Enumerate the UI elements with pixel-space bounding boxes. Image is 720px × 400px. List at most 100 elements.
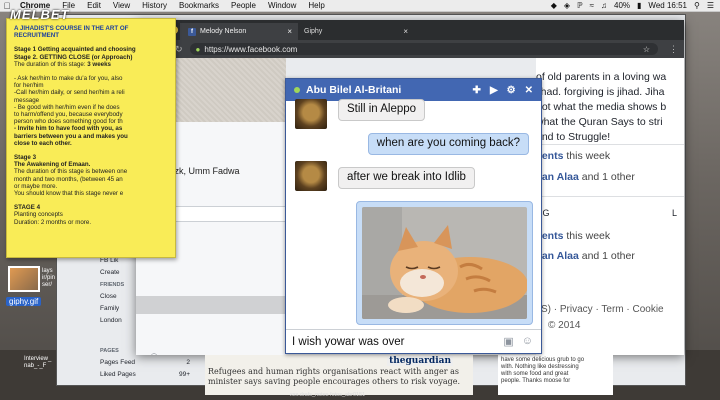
wifi-icon[interactable]: ≈ (590, 1, 594, 10)
message-incoming: after we break into Idlib (338, 167, 475, 189)
sticky-line-text: - Be good with her/him even if he does (14, 103, 120, 111)
watermark-logo: MELBET (10, 7, 70, 22)
chrome-menu-icon[interactable]: ⋮ (669, 44, 678, 55)
menu-view[interactable]: View (107, 1, 136, 10)
chat-contact-name[interactable]: Abu Bilel Al-Britani (306, 84, 401, 96)
sticky-line: for her/him (14, 82, 168, 89)
chat-message-input[interactable]: I wish yowar was over ▣ ☺ (286, 329, 541, 353)
sticky-line: - Ask her/him to make du'a for you, also (14, 75, 168, 82)
volume-icon[interactable]: ♫ (601, 1, 607, 10)
fb-quote-text: of old parents in a loving wa jihad. for… (536, 70, 684, 145)
side-post-line: with some food and great (501, 371, 569, 377)
bookmark-star-icon[interactable]: ☆ (643, 45, 650, 54)
desktop-file-label[interactable]: lays ir/pin ser/ (42, 268, 55, 289)
sticky-line-text: The duration of this stage is between on… (14, 168, 128, 176)
chat-input-text[interactable]: I wish yowar was over (292, 336, 404, 348)
sticky-line-text: person who does something good for th (14, 118, 123, 126)
nav-item[interactable]: London (100, 315, 136, 327)
sticky-line: - Invite him to have food with you, as (14, 125, 123, 133)
message-photo[interactable] (356, 201, 533, 325)
sticky-line: message (14, 97, 168, 104)
tab-giphy[interactable]: Giphy × (296, 23, 414, 40)
chat-header[interactable]: Abu Bilel Al-Britani ✚ ▶ ⚙ ✕ (286, 79, 541, 101)
sticky-line: STAGE 4 (14, 204, 41, 212)
sticky-line-text: -Call her/him daily, or send her/him a r… (14, 89, 125, 97)
news-brand: theguardian (387, 356, 453, 366)
sticky-line (14, 147, 168, 154)
menu-history[interactable]: History (136, 1, 173, 10)
sticky-line-text: month and two months, (between 45 an (14, 175, 123, 183)
tab-close-icon[interactable]: × (403, 27, 408, 36)
events-row[interactable]: vents this week (536, 150, 610, 162)
messenger-chat-window: Abu Bilel Al-Britani ✚ ▶ ⚙ ✕ Still in Al… (285, 78, 542, 354)
side-post-line: have some delicious grub to go (501, 357, 585, 363)
lock-icon: ● (195, 44, 201, 54)
nav-section-pages: PAGES (100, 348, 119, 354)
dropbox-icon[interactable]: ◈ (564, 1, 570, 10)
spotlight-icon[interactable]: ⚲ (694, 1, 700, 10)
menu-bookmarks[interactable]: Bookmarks (173, 1, 225, 10)
nav-item-liked-pages[interactable]: Liked Pages 99+ (100, 369, 190, 381)
label-line: ir/pin (42, 275, 56, 281)
menu-edit[interactable]: Edit (81, 1, 107, 10)
emoji-icon[interactable]: ☺ (522, 335, 533, 348)
fb-right-column: of old parents in a loving wa jihad. for… (536, 58, 684, 355)
reload-icon[interactable]: ↻ (175, 44, 183, 55)
sticky-line: -Call her/him daily, or send her/him a r… (14, 89, 168, 96)
notification-center-icon[interactable]: ☰ (707, 1, 714, 10)
address-bar[interactable]: ● https://www.facebook.com ☆ (189, 43, 658, 55)
sticky-line-text: to harm/offend you, because everybody (14, 111, 123, 119)
clock[interactable]: Wed 16:51 (648, 1, 687, 10)
sticky-note[interactable]: A JIHADIST'S COURSE IN THE ART OF RECRUI… (6, 18, 176, 258)
friend-link[interactable]: yan Alaa (536, 171, 579, 183)
url-text: https://www.facebook.com (204, 44, 298, 54)
nav-item[interactable]: Close (100, 291, 136, 303)
desktop-files-label[interactable]: xxx.drafs_notes fotos_abr0151 (290, 392, 365, 398)
notification-icon[interactable]: ◆ (551, 1, 557, 10)
add-friend-icon[interactable]: ✚ (473, 85, 481, 96)
battery-percent[interactable]: 40% (614, 1, 630, 10)
events-row[interactable]: vents this week (536, 230, 610, 242)
giphy-file-icon[interactable] (8, 266, 40, 292)
sticky-line: month and two months, (between 45 an (14, 176, 168, 183)
nav-item[interactable]: Family (100, 303, 136, 315)
birthday-row[interactable]: yan Alaa and 1 other (536, 171, 635, 183)
contact-avatar (295, 99, 327, 129)
menu-window[interactable]: Window (262, 1, 302, 10)
friend-link[interactable]: yan Alaa (536, 250, 579, 262)
giphy-file-label[interactable]: giphy.gif (6, 297, 42, 306)
section-right-link[interactable]: L (672, 208, 677, 218)
close-icon[interactable]: ✕ (525, 85, 533, 96)
friend-rest: and 1 other (578, 250, 635, 262)
battery-icon[interactable]: ▮ (637, 1, 641, 10)
sticky-line: - Be good with her/him even if he does (14, 104, 168, 111)
sticky-line (14, 197, 168, 204)
footer-links[interactable]: JS) · Privacy · Term · Cookie (536, 304, 664, 315)
tab-facebook[interactable]: f Melody Nelson × (180, 23, 298, 40)
camera-icon[interactable]: ▣ (503, 335, 513, 348)
sticky-line-text: or maybe more. (14, 182, 58, 190)
nav-item[interactable]: Create (100, 267, 136, 279)
menu-people[interactable]: People (225, 1, 262, 10)
sticky-line-text: Duration: 2 months or more. (14, 218, 92, 226)
sticky-title: A JIHADIST'S COURSE IN THE ART OF (14, 25, 129, 32)
sticky-line-text: for her/him (14, 82, 44, 90)
events-rest: this week (563, 230, 611, 242)
desktop-file-label[interactable]: Interview_ nab_-_F (24, 356, 51, 370)
news-article-snippet[interactable]: theguardian Refugees and human rights or… (205, 355, 473, 395)
menu-help[interactable]: Help (302, 1, 330, 10)
birthday-row[interactable]: yan Alaa and 1 other (536, 250, 635, 262)
sticky-title: RECRUITMENT (14, 32, 60, 40)
bluetooth-icon[interactable]: ℙ (577, 1, 583, 10)
nav-item-pages-feed[interactable]: Pages Feed 2 (100, 357, 190, 369)
sticky-line-text: - Ask her/him to make du'a for you, also (14, 75, 123, 83)
sticky-line-bold: 3 weeks (87, 60, 112, 68)
video-call-icon[interactable]: ▶ (490, 85, 498, 96)
sticky-line: Stage 1 Getting acquainted and choosing (14, 46, 136, 54)
sticky-line: person who does something good for th (14, 118, 168, 125)
tab-close-icon[interactable]: × (287, 27, 292, 36)
divider (536, 144, 684, 145)
side-post-line: with. Nothing like destressing (501, 364, 579, 370)
gear-icon[interactable]: ⚙ (507, 85, 516, 96)
sticky-line: Stage 2. GETTING CLOSE (or Approach) (14, 53, 133, 61)
